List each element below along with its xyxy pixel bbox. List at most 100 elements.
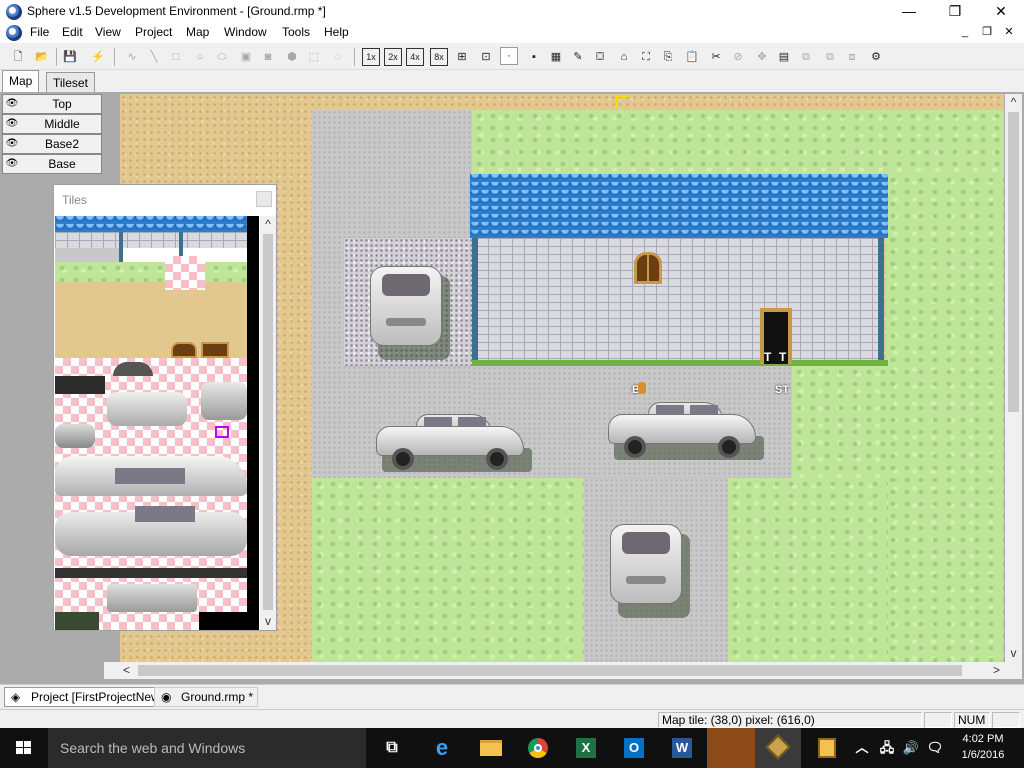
search-box[interactable]: Search the web and Windows <box>48 728 366 768</box>
tile-car-part[interactable] <box>55 424 95 448</box>
maximize-button[interactable]: ❐ <box>932 0 978 23</box>
tiles-palette-window[interactable]: Tiles ^ v <box>53 184 277 631</box>
tile-car-part[interactable] <box>107 392 187 426</box>
layer-base2[interactable]: 👁 Base2 <box>2 134 102 154</box>
sphere-icon[interactable] <box>6 4 22 20</box>
zoom-4x-button[interactable]: 4x <box>406 48 424 66</box>
free-select-icon[interactable]: ◌ <box>328 47 348 67</box>
close-button[interactable]: ✕ <box>978 0 1024 23</box>
trigger-marker[interactable]: T <box>779 350 786 364</box>
minimize-button[interactable]: — <box>886 0 932 23</box>
map-horizontal-scrollbar[interactable]: < > <box>104 662 1022 679</box>
start-marker[interactable]: ST <box>775 384 789 396</box>
scroll-down-button[interactable]: v <box>1005 645 1022 662</box>
taskbar-app-highlight[interactable] <box>707 728 755 768</box>
tab-tileset[interactable]: Tileset <box>46 72 95 92</box>
scroll-thumb[interactable] <box>138 665 962 676</box>
point-tool-icon[interactable]: · <box>500 47 518 65</box>
small-square-icon[interactable]: ▪ <box>524 47 544 67</box>
word-icon[interactable]: W <box>666 732 698 764</box>
zoom-8x-button[interactable]: 8x <box>430 48 448 66</box>
scroll-down-button[interactable]: v <box>260 613 276 630</box>
edge-icon[interactable]: e <box>426 732 458 764</box>
tile-car-part[interactable] <box>201 382 247 420</box>
scroll-thumb[interactable] <box>1008 112 1019 412</box>
brush-icon[interactable]: ⌂ <box>614 47 634 67</box>
freehand-icon[interactable]: ∿ <box>122 47 142 67</box>
scroll-up-button[interactable]: ^ <box>1005 94 1022 111</box>
tab-ground-map[interactable]: ◉ Ground.rmp * <box>154 687 259 707</box>
new-icon[interactable]: 🗋 <box>8 47 28 67</box>
map-vertical-scrollbar[interactable]: ^ v <box>1005 94 1022 662</box>
tile-road[interactable] <box>55 248 119 262</box>
trigger-marker[interactable]: T <box>764 350 771 364</box>
menu-view[interactable]: View <box>91 25 125 39</box>
move-icon[interactable]: ✥ <box>752 47 772 67</box>
excel-icon[interactable]: X <box>570 732 602 764</box>
mdi-restore-button[interactable]: ❐ <box>978 24 996 40</box>
cut-icon[interactable]: ✂ <box>706 47 726 67</box>
tile-car-part[interactable] <box>55 376 105 394</box>
entity-icon[interactable]: ▤ <box>774 47 794 67</box>
wand-icon[interactable]: ⚡ <box>88 47 108 67</box>
line-icon[interactable]: ╲ <box>144 47 164 67</box>
action-center-icon[interactable]: 🗨 <box>924 732 946 764</box>
fill-icon[interactable]: ⬢ <box>282 47 302 67</box>
grid-icon[interactable]: ⊞ <box>452 47 472 67</box>
menu-project[interactable]: Project <box>131 25 176 39</box>
menu-tools[interactable]: Tools <box>278 25 314 39</box>
start-button[interactable] <box>0 728 48 768</box>
delete-icon[interactable]: ⊘ <box>728 47 748 67</box>
tile-car-part[interactable] <box>135 506 195 522</box>
tile-grid[interactable] <box>55 216 247 630</box>
tiles-window-titlebar[interactable]: Tiles <box>54 185 276 215</box>
volume-icon[interactable]: 🔊 <box>900 732 922 764</box>
sphere-editor-icon[interactable] <box>810 732 842 764</box>
tile-grass[interactable] <box>55 262 247 282</box>
tile-pillar[interactable] <box>119 232 123 262</box>
select-icon[interactable]: ⬚ <box>304 47 324 67</box>
mdi-close-button[interactable]: ✕ <box>1000 24 1018 40</box>
tile-arch[interactable] <box>113 362 153 376</box>
tile-wall[interactable] <box>55 232 247 248</box>
chrome-icon[interactable] <box>522 732 554 764</box>
pattern-icon[interactable]: ▦ <box>546 47 566 67</box>
car-sprite[interactable] <box>376 414 536 474</box>
tile-roof[interactable] <box>55 216 247 232</box>
document-icon[interactable] <box>6 25 22 41</box>
layer-base[interactable]: 👁 Base <box>2 154 102 174</box>
layer-top[interactable]: 👁 Top <box>2 94 102 114</box>
paint-bucket-icon[interactable]: ⛋ <box>590 47 610 67</box>
tile-car-part[interactable] <box>107 584 197 612</box>
save-icon[interactable]: 💾 <box>60 47 80 67</box>
clock[interactable]: 4:02 PM 1/6/2016 <box>952 731 1014 763</box>
close-icon[interactable] <box>256 191 272 207</box>
tile-car-part[interactable] <box>115 468 185 484</box>
visibility-eye-icon[interactable]: 👁 <box>5 138 19 150</box>
ellipse-icon[interactable]: ⬭ <box>212 47 232 67</box>
menu-file[interactable]: File <box>26 25 53 39</box>
car-sprite[interactable] <box>608 402 768 462</box>
scroll-up-button[interactable]: ^ <box>260 216 276 233</box>
outlook-icon[interactable]: O <box>618 732 650 764</box>
menu-map[interactable]: Map <box>182 25 213 39</box>
filled-ellipse-icon[interactable]: ◙ <box>258 47 278 67</box>
zoom-select-icon[interactable]: ⛶ <box>636 47 656 67</box>
tile-empty[interactable] <box>199 612 247 630</box>
tile-car-part[interactable] <box>55 568 247 578</box>
mdi-minimize-button[interactable]: _ <box>956 24 974 40</box>
layer-props-icon[interactable]: ⧈ <box>842 47 862 67</box>
tile-window[interactable] <box>171 342 197 358</box>
chevron-up-icon[interactable]: ︿ <box>852 732 872 764</box>
paste-icon[interactable]: 📋 <box>682 47 702 67</box>
zoom-1x-button[interactable]: 1x <box>362 48 380 66</box>
visibility-eye-icon[interactable]: 👁 <box>5 98 19 110</box>
menu-window[interactable]: Window <box>220 25 271 39</box>
layer-down-icon[interactable]: ⧉ <box>820 47 840 67</box>
sphere-icon[interactable] <box>755 728 801 768</box>
network-icon[interactable]: 🖧 <box>876 732 898 764</box>
filled-rect-icon[interactable]: ▣ <box>236 47 256 67</box>
visibility-eye-icon[interactable]: 👁 <box>5 158 19 170</box>
tile-transparent[interactable] <box>165 256 205 290</box>
scroll-left-button[interactable]: < <box>118 662 135 679</box>
